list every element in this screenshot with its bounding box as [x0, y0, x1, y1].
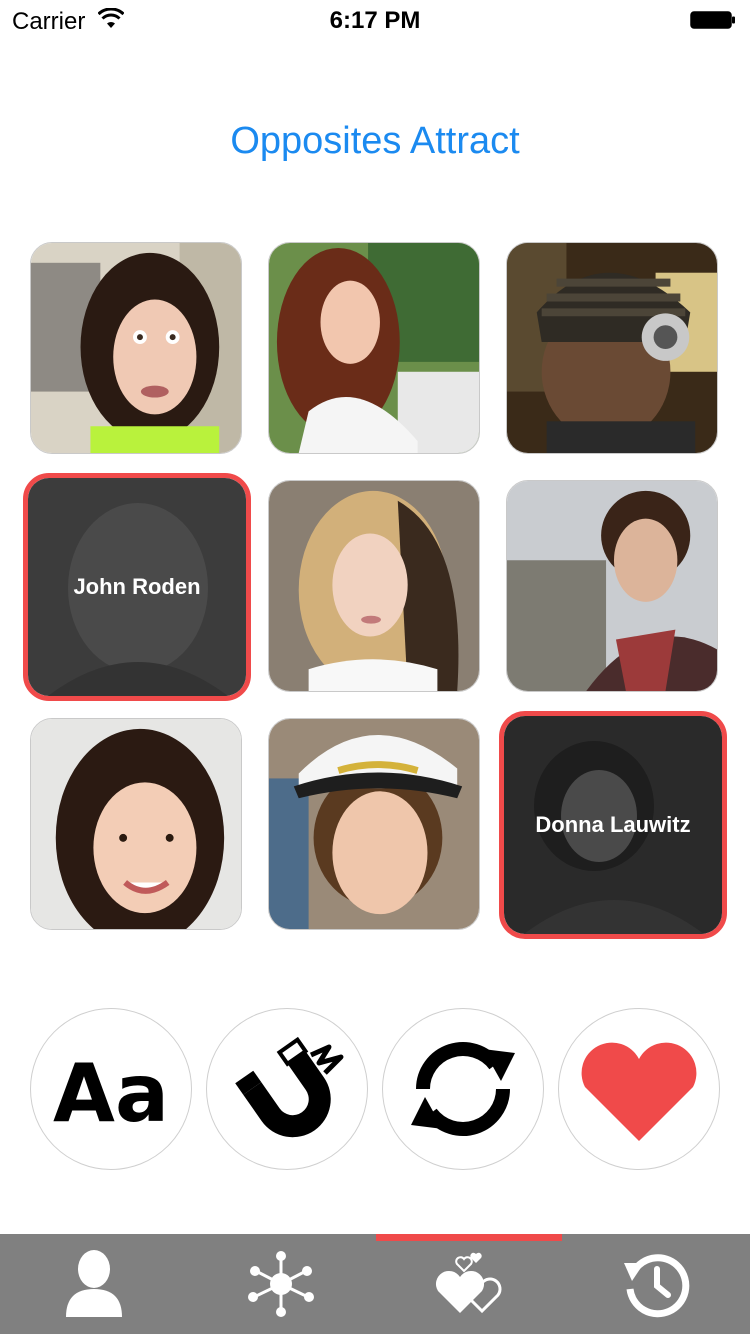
favorite-button[interactable]	[558, 1008, 720, 1170]
profile-tile-6[interactable]	[506, 480, 718, 692]
font-icon-label: Aa	[53, 1047, 169, 1140]
profile-tile-8[interactable]	[268, 718, 480, 930]
tab-matches[interactable]	[374, 1234, 561, 1334]
heart-icon	[581, 1042, 697, 1141]
battery-icon	[690, 11, 736, 29]
profile-photo-8	[269, 719, 479, 929]
profile-photo-3	[507, 243, 717, 453]
profile-photo-7	[31, 719, 241, 929]
font-icon: Aa	[53, 1047, 169, 1140]
status-time: 6:17 PM	[329, 7, 421, 34]
refresh-icon	[411, 1042, 515, 1136]
profile-tile-3[interactable]	[506, 242, 718, 454]
profile-tile-7[interactable]	[30, 718, 242, 930]
profile-tile-4[interactable]: John Roden	[23, 473, 251, 701]
history-icon	[623, 1254, 689, 1318]
profile-photo-2	[269, 243, 479, 453]
profile-tile-9[interactable]: Donna Lauwitz	[499, 711, 727, 939]
hearts-icon	[435, 1252, 501, 1314]
profile-photo-5	[269, 481, 479, 691]
person-icon	[65, 1250, 122, 1317]
profile-name-label: John Roden	[73, 574, 201, 599]
profile-tile-5[interactable]	[268, 480, 480, 692]
magnet-icon	[235, 1036, 344, 1138]
network-icon	[247, 1251, 314, 1317]
refresh-button[interactable]	[382, 1008, 544, 1170]
magnet-button[interactable]	[206, 1008, 368, 1170]
tab-profile[interactable]	[0, 1234, 187, 1334]
profile-name-label: Donna Lauwitz	[535, 812, 691, 837]
font-button[interactable]: Aa	[30, 1008, 192, 1170]
tab-history[interactable]	[561, 1234, 748, 1334]
tab-network[interactable]	[187, 1234, 374, 1334]
profile-photo-6	[507, 481, 717, 691]
page-title: Opposites Attract	[230, 120, 520, 162]
profile-tile-1[interactable]	[30, 242, 242, 454]
profile-tile-2[interactable]	[268, 242, 480, 454]
status-bar: Carrier 6:17 PM	[0, 0, 750, 40]
profile-photo-1	[31, 243, 241, 453]
